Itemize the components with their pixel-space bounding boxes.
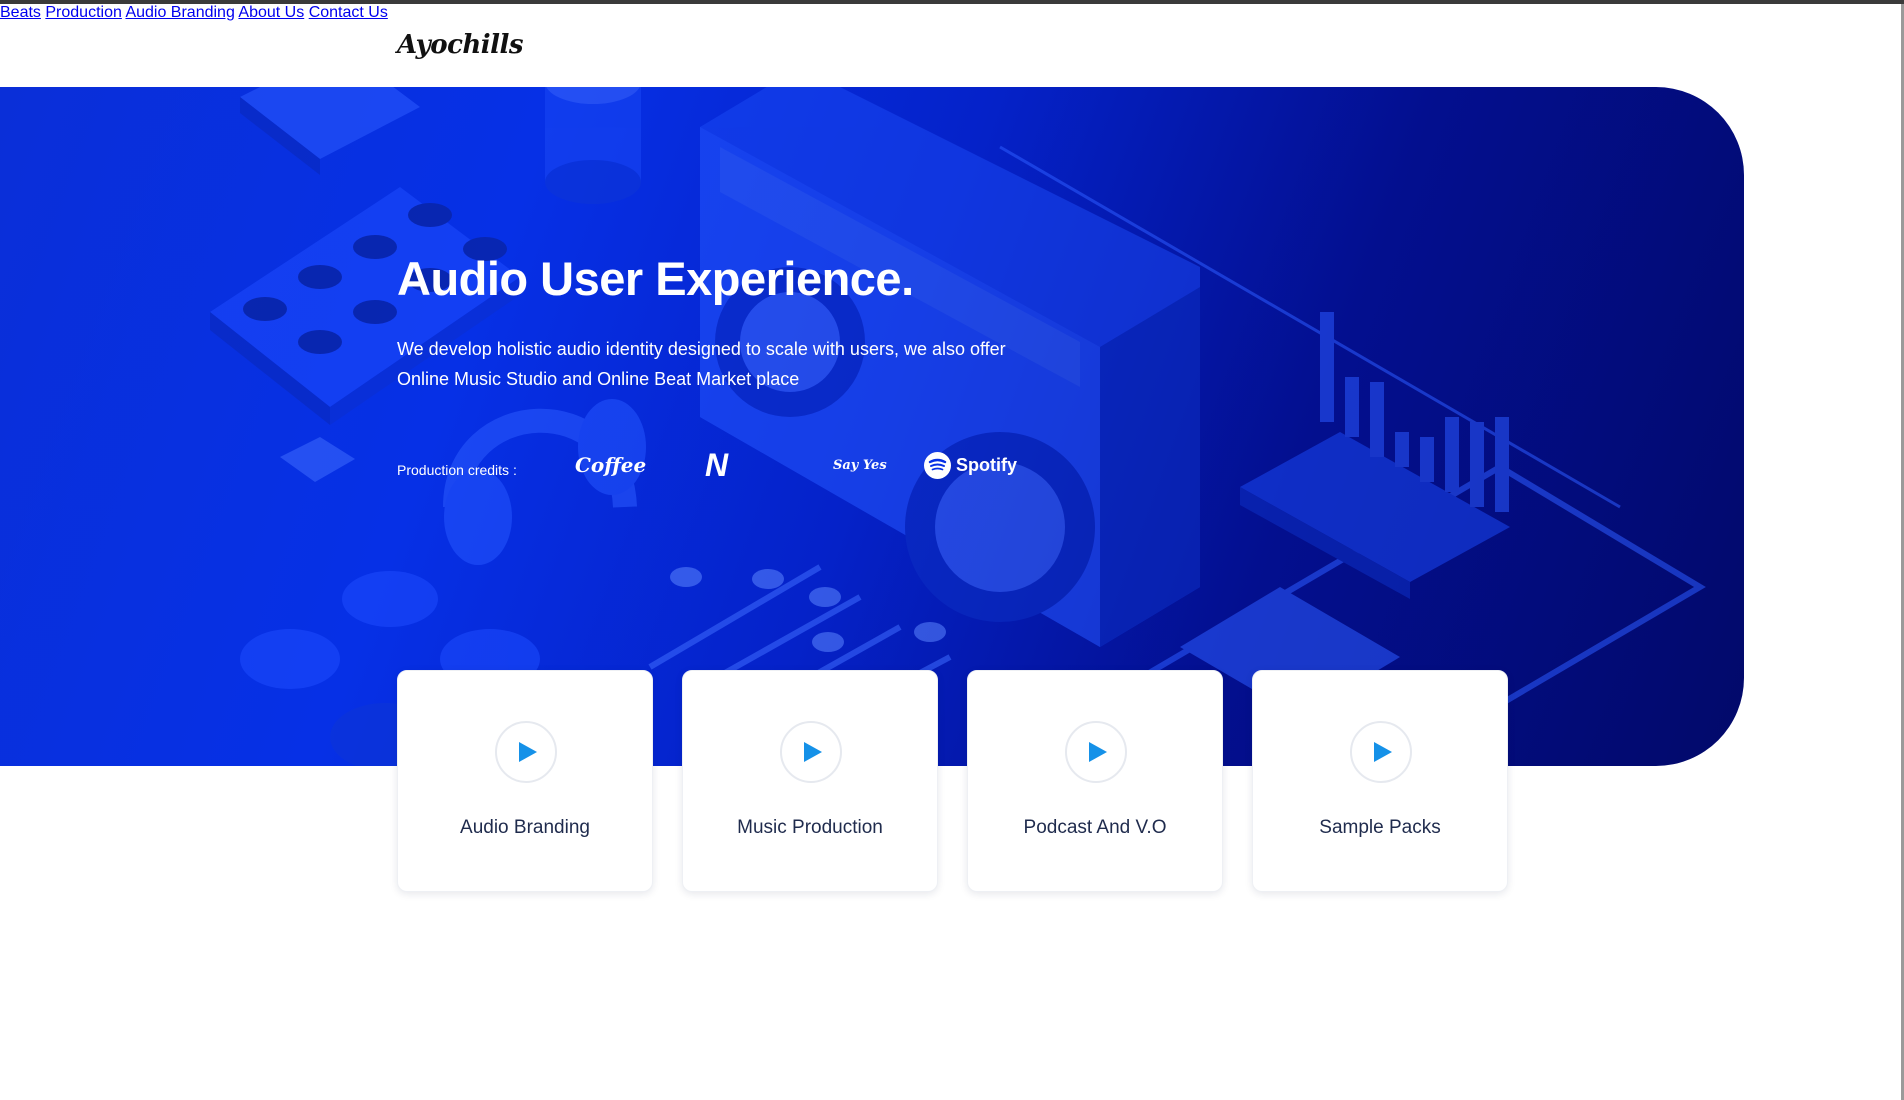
play-icon [518,742,537,762]
coffee-logo-icon: Coffee [575,445,646,485]
credit-n-text: N [705,446,729,483]
nav-item-contact-us[interactable]: Contact Us [309,4,388,21]
play-button[interactable] [1350,721,1412,783]
hero-illustration [210,87,1706,766]
service-card-podcast-vo[interactable]: Podcast And V.O [967,670,1223,892]
play-button[interactable] [495,721,557,783]
logo-text: Ayochills [397,30,524,60]
play-icon [803,742,822,762]
credit-coffee-text: Coffee [575,453,647,477]
spotify-circle-icon [924,451,951,479]
service-card-sample-packs[interactable]: Sample Packs [1252,670,1508,892]
sayyes-logo-icon: Say Yes [833,445,887,485]
play-icon [1088,742,1107,762]
nav-item-beats[interactable]: Beats [0,4,41,21]
hero-section: Audio User Experience. We develop holist… [0,87,1744,766]
hero-subtitle: We develop holistic audio identity desig… [397,339,1006,389]
nav-item-audio-branding[interactable]: Audio Branding [125,4,234,21]
main-nav: Beats Production Audio Branding About Us… [0,4,1900,22]
spotify-waves-icon [928,458,947,471]
play-button[interactable] [780,721,842,783]
nav-item-production[interactable]: Production [45,4,122,21]
n-logo-icon: N [705,445,728,485]
hero-title: Audio User Experience. [397,252,914,305]
play-button[interactable] [1065,721,1127,783]
brand-logo[interactable]: Ayochills [397,30,524,60]
service-card-music-production[interactable]: Music Production [682,670,938,892]
navbar: Ayochills Beats Production Audio Brandin… [0,4,1900,87]
service-card-label: Audio Branding [460,817,590,838]
credit-spotify-text: Spotify [956,454,1017,475]
credit-sayyes-text: Say Yes [833,457,887,473]
service-card-label: Music Production [737,817,883,838]
production-credits-label: Production credits : [397,462,517,478]
service-card-audio-branding[interactable]: Audio Branding [397,670,653,892]
service-card-label: Podcast And V.O [1023,817,1167,838]
nav-item-about-us[interactable]: About Us [238,4,304,21]
spotify-logo-icon: Spotify [924,445,1017,485]
play-icon [1373,742,1392,762]
service-card-label: Sample Packs [1319,817,1441,838]
